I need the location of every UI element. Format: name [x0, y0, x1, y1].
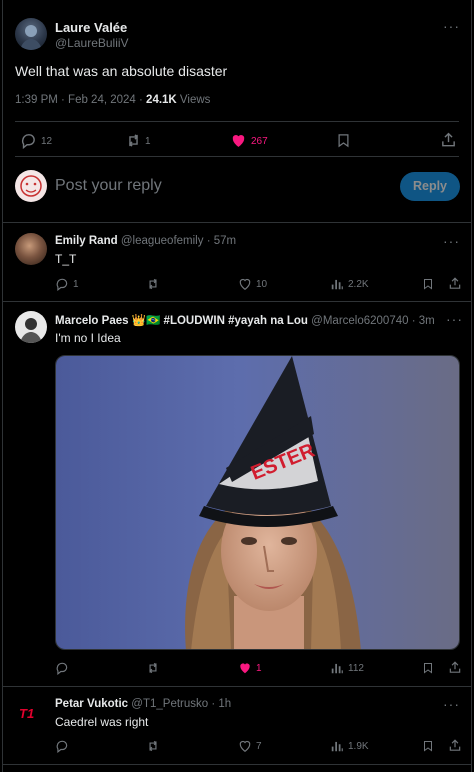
- reply-avatar[interactable]: T1: [15, 697, 47, 729]
- reply-icon[interactable]: [20, 132, 37, 149]
- user-avatar[interactable]: [15, 170, 47, 202]
- reply-button[interactable]: Reply: [400, 172, 460, 201]
- tweet-meta: 1:39 PM · Feb 24, 2024 · 24.1K Views: [15, 94, 210, 106]
- reply-avatar[interactable]: [15, 311, 47, 343]
- reply-count: 1: [73, 279, 79, 290]
- share-icon[interactable]: [448, 276, 462, 291]
- bookmark-icon[interactable]: [422, 661, 434, 675]
- bookmark-icon[interactable]: [422, 277, 434, 291]
- reply-author-handle[interactable]: @Marcelo6200740: [311, 315, 408, 327]
- reply-time[interactable]: · 3m: [412, 315, 435, 327]
- reply-time[interactable]: · 57m: [207, 235, 236, 247]
- more-icon[interactable]: ···: [443, 18, 460, 34]
- share-icon[interactable]: [448, 660, 462, 675]
- divider: [3, 764, 471, 765]
- reply-count: 12: [41, 136, 53, 147]
- views-label: Views: [176, 94, 211, 106]
- like-count: 267: [251, 136, 268, 147]
- more-icon[interactable]: ···: [443, 311, 463, 327]
- divider: [15, 121, 459, 122]
- bookmark-icon[interactable]: [422, 739, 434, 753]
- reply-header: Emily Rand @leagueofemily · 57m: [55, 235, 236, 247]
- bookmark-icon[interactable]: [336, 132, 351, 149]
- views-count: 1.9K: [348, 741, 369, 752]
- divider: [15, 156, 459, 157]
- divider: [3, 222, 471, 223]
- reply-input[interactable]: Post your reply: [55, 177, 375, 195]
- reply-author-handle[interactable]: @leagueofemily: [121, 235, 204, 247]
- reply-icon[interactable]: [55, 739, 69, 753]
- reply-text: Caedrel was right: [55, 715, 149, 729]
- like-count: 1: [256, 663, 262, 674]
- like-count: 10: [256, 279, 268, 290]
- reply-author-name[interactable]: Petar Vukotic: [55, 698, 128, 710]
- repost-icon[interactable]: [145, 661, 161, 675]
- tweet-time[interactable]: 1:39 PM · Feb 24, 2024 ·: [15, 94, 146, 106]
- repost-icon[interactable]: [145, 277, 161, 291]
- reply-text: I'm no I Idea: [55, 331, 121, 345]
- reply-text: T_T: [55, 252, 77, 266]
- views-icon[interactable]: [330, 277, 344, 291]
- views-icon[interactable]: [330, 661, 344, 675]
- reply-icon[interactable]: [55, 661, 69, 675]
- reply-avatar[interactable]: [15, 233, 47, 265]
- like-icon[interactable]: [230, 132, 247, 149]
- views-count: 112: [348, 663, 364, 674]
- reply-header: Petar Vukotic @T1_Petrusko · 1h: [55, 698, 231, 710]
- like-icon[interactable]: [238, 739, 252, 753]
- svg-text:T1: T1: [19, 706, 34, 721]
- author-avatar[interactable]: [15, 18, 47, 50]
- repost-count: 1: [145, 136, 151, 147]
- author-handle[interactable]: @LaureBuliiV: [55, 36, 129, 50]
- reply-time[interactable]: · 1h: [211, 698, 231, 710]
- more-icon[interactable]: ···: [443, 696, 460, 712]
- reply-header: Marcelo Paes 👑🇧🇷 #LOUDWIN #yayah na Lou …: [55, 313, 445, 327]
- views-icon[interactable]: [330, 739, 344, 753]
- reply-icon[interactable]: [55, 277, 69, 291]
- reply-author-handle[interactable]: @T1_Petrusko: [131, 698, 208, 710]
- author-name[interactable]: Laure Valée: [55, 20, 127, 35]
- share-icon[interactable]: [440, 131, 457, 149]
- share-icon[interactable]: [448, 738, 462, 753]
- like-count: 7: [256, 741, 262, 752]
- reply-author-name[interactable]: Emily Rand: [55, 235, 118, 247]
- more-icon[interactable]: ···: [443, 233, 460, 249]
- reply-author-name[interactable]: Marcelo Paes 👑🇧🇷 #LOUDWIN #yayah na Lou: [55, 315, 308, 327]
- divider: [3, 686, 471, 687]
- like-icon[interactable]: [238, 661, 252, 675]
- tweet-text: Well that was an absolute disaster: [15, 63, 228, 79]
- conversation-panel: Laure Valée @LaureBuliiV ··· Well that w…: [2, 0, 472, 772]
- repost-icon[interactable]: [145, 739, 161, 753]
- repost-icon[interactable]: [124, 132, 143, 149]
- like-icon[interactable]: [238, 277, 252, 291]
- views-count: 24.1K: [146, 94, 177, 106]
- views-count: 2.2K: [348, 279, 369, 290]
- divider: [3, 301, 471, 302]
- reply-media-gif[interactable]: ESTER: [55, 355, 460, 650]
